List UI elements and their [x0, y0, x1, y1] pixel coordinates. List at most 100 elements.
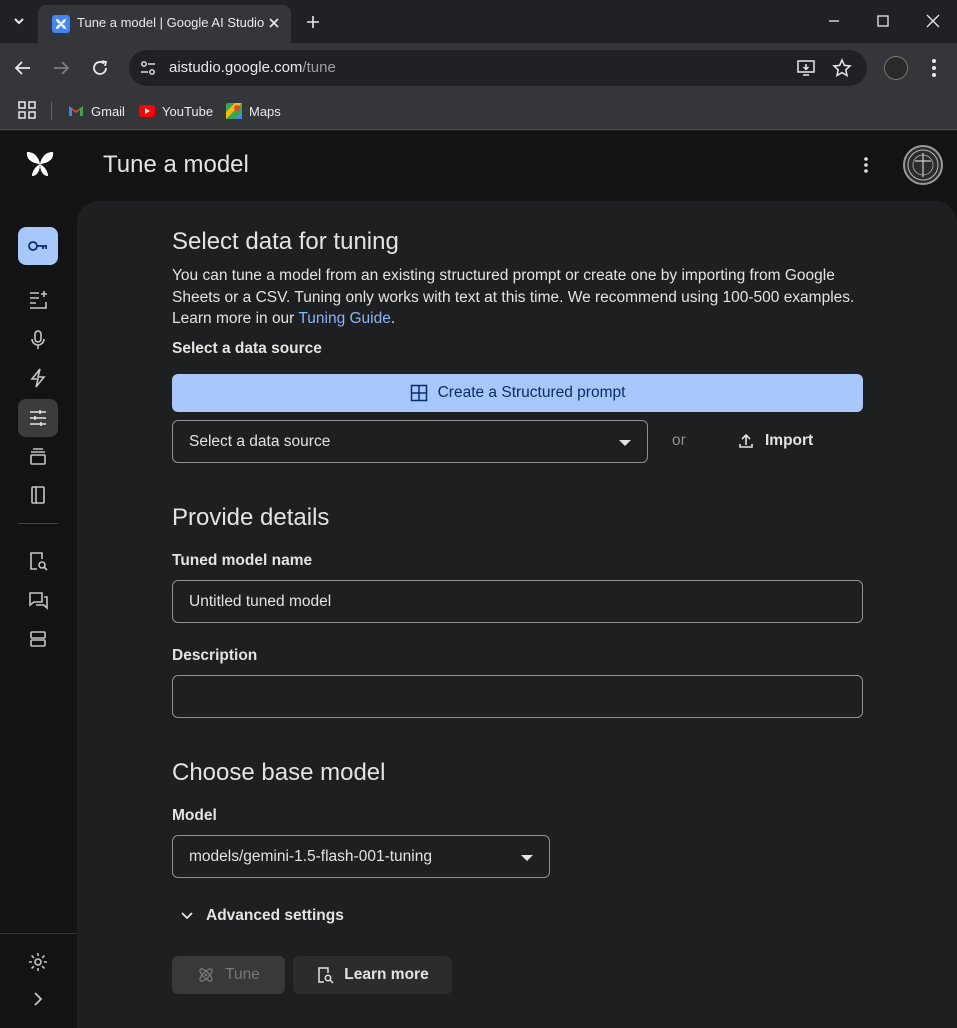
- bookmark-maps[interactable]: Maps: [226, 100, 281, 122]
- address-bar[interactable]: aistudio.google.com/tune: [129, 50, 867, 86]
- window-close-icon[interactable]: [922, 10, 944, 32]
- sidebar-item-starter-apps[interactable]: [18, 359, 58, 397]
- tune-label: Tune: [225, 966, 260, 983]
- forward-icon[interactable]: [50, 57, 72, 79]
- or-separator: or: [672, 432, 686, 449]
- tune-panel: Select data for tuning You can tune a mo…: [77, 201, 957, 1028]
- chevron-down-icon: [181, 912, 193, 920]
- bookmark-youtube[interactable]: YouTube: [139, 100, 213, 122]
- gmail-icon: [69, 106, 83, 116]
- data-source-label: Select a data source: [172, 340, 322, 357]
- sidebar-item-tune[interactable]: [18, 399, 58, 437]
- data-source-select-value: Select a data source: [189, 433, 331, 450]
- select-data-heading: Select data for tuning: [172, 228, 399, 255]
- new-prompt-icon: [30, 291, 47, 309]
- expand-icon: [34, 992, 43, 1006]
- description-label: Description: [172, 647, 258, 664]
- tuned-model-name-value: Untitled tuned model: [189, 593, 332, 610]
- tuned-model-name-input[interactable]: Untitled tuned model: [172, 580, 863, 623]
- library-icon: [30, 448, 46, 465]
- url-text[interactable]: aistudio.google.com/tune: [169, 59, 336, 76]
- install-app-icon[interactable]: [796, 58, 816, 78]
- dropdown-arrow-icon: [619, 440, 631, 446]
- tab-close-icon[interactable]: [265, 14, 283, 32]
- provide-details-heading: Provide details: [172, 504, 330, 531]
- import-label: Import: [765, 432, 814, 449]
- browser-tab-strip: Tune a model | Google AI Studio: [0, 0, 957, 43]
- new-tab-icon[interactable]: [303, 12, 323, 32]
- learn-more-button[interactable]: Learn more: [293, 956, 452, 994]
- bookmark-label: Maps: [249, 103, 281, 119]
- site-info-icon[interactable]: [139, 59, 157, 77]
- maps-icon: [226, 103, 242, 119]
- model-label: Model: [172, 807, 217, 824]
- bookmark-gmail[interactable]: Gmail: [68, 100, 125, 122]
- chat-icon: [29, 592, 48, 610]
- browser-tab[interactable]: Tune a model | Google AI Studio: [38, 5, 291, 43]
- sidebar-item-new-prompt[interactable]: [18, 281, 58, 319]
- tuning-guide-link[interactable]: Tuning Guide: [298, 310, 391, 327]
- tab-search-icon[interactable]: [9, 11, 29, 31]
- url-path: /tune: [302, 59, 336, 76]
- browser-menu-icon[interactable]: [924, 57, 944, 79]
- page-title: Tune a model: [103, 151, 249, 178]
- microphone-icon: [31, 330, 45, 349]
- bookmarks-bar: Gmail YouTube Maps: [0, 93, 957, 130]
- data-source-select[interactable]: Select a data source: [172, 420, 648, 463]
- bookmark-star-icon[interactable]: [832, 58, 852, 78]
- ai-studio-app: Tune a model Select data for tuning You …: [0, 131, 957, 1028]
- import-button[interactable]: Import: [737, 427, 813, 455]
- description-input[interactable]: [172, 675, 863, 718]
- extension-icon[interactable]: [884, 56, 908, 80]
- table-icon: [410, 384, 427, 402]
- back-icon[interactable]: [12, 57, 34, 79]
- description-text: You can tune a model from an existing st…: [172, 267, 855, 327]
- bolt-icon: [30, 368, 46, 388]
- bookmarks-separator: [51, 102, 52, 120]
- advanced-settings-toggle[interactable]: Advanced settings: [180, 907, 344, 925]
- choose-base-model-heading: Choose base model: [172, 759, 386, 786]
- book-icon: [31, 486, 45, 504]
- key-icon: [28, 241, 47, 251]
- apps-grid-icon[interactable]: [18, 101, 36, 119]
- tune-button[interactable]: Tune: [172, 956, 285, 994]
- description-end: .: [390, 310, 396, 327]
- bookmark-label: Gmail: [91, 103, 125, 119]
- tune-icon: [30, 410, 46, 426]
- settings-icon: [29, 953, 47, 971]
- atom-icon: [199, 968, 213, 982]
- sidebar-item-settings[interactable]: [18, 943, 58, 981]
- sidebar-item-stream[interactable]: [18, 321, 58, 359]
- learn-more-label: Learn more: [344, 966, 429, 983]
- sidebar-expand-toggle[interactable]: [18, 980, 58, 1018]
- upload-icon: [739, 433, 753, 448]
- more-options-icon[interactable]: [856, 155, 876, 175]
- document-search-icon: [30, 552, 48, 571]
- sidebar-item-library[interactable]: [18, 437, 58, 475]
- advanced-settings-label: Advanced settings: [206, 907, 344, 924]
- select-data-description: You can tune a model from an existing st…: [172, 265, 872, 330]
- avatar[interactable]: [903, 145, 943, 185]
- sidebar-item-storage[interactable]: [18, 620, 58, 658]
- sidebar-item-prompt-gallery[interactable]: [18, 542, 58, 580]
- sidebar-divider: [18, 523, 58, 524]
- model-select[interactable]: models/gemini-1.5-flash-001-tuning: [172, 835, 550, 878]
- sidebar-item-docs[interactable]: [18, 476, 58, 514]
- dropdown-arrow-icon: [521, 855, 533, 861]
- maximize-icon[interactable]: [872, 10, 894, 32]
- url-host: aistudio.google.com: [169, 59, 303, 76]
- reload-icon[interactable]: [89, 57, 111, 79]
- ai-studio-logo-icon[interactable]: [24, 149, 56, 179]
- storage-icon: [30, 631, 46, 647]
- tuned-model-name-label: Tuned model name: [172, 552, 313, 569]
- model-select-value: models/gemini-1.5-flash-001-tuning: [189, 848, 432, 865]
- avatar-image-icon: [907, 149, 939, 181]
- minimize-icon[interactable]: [823, 10, 845, 32]
- ai-studio-favicon-icon: [52, 15, 70, 33]
- sidebar-item-forum[interactable]: [18, 581, 58, 619]
- create-structured-prompt-label: Create a Structured prompt: [437, 384, 626, 401]
- sidebar-bottom-divider: [0, 933, 77, 934]
- create-structured-prompt-button[interactable]: Create a Structured prompt: [172, 374, 863, 412]
- sidebar-item-api-key[interactable]: [18, 227, 58, 265]
- bookmark-label: YouTube: [162, 103, 214, 119]
